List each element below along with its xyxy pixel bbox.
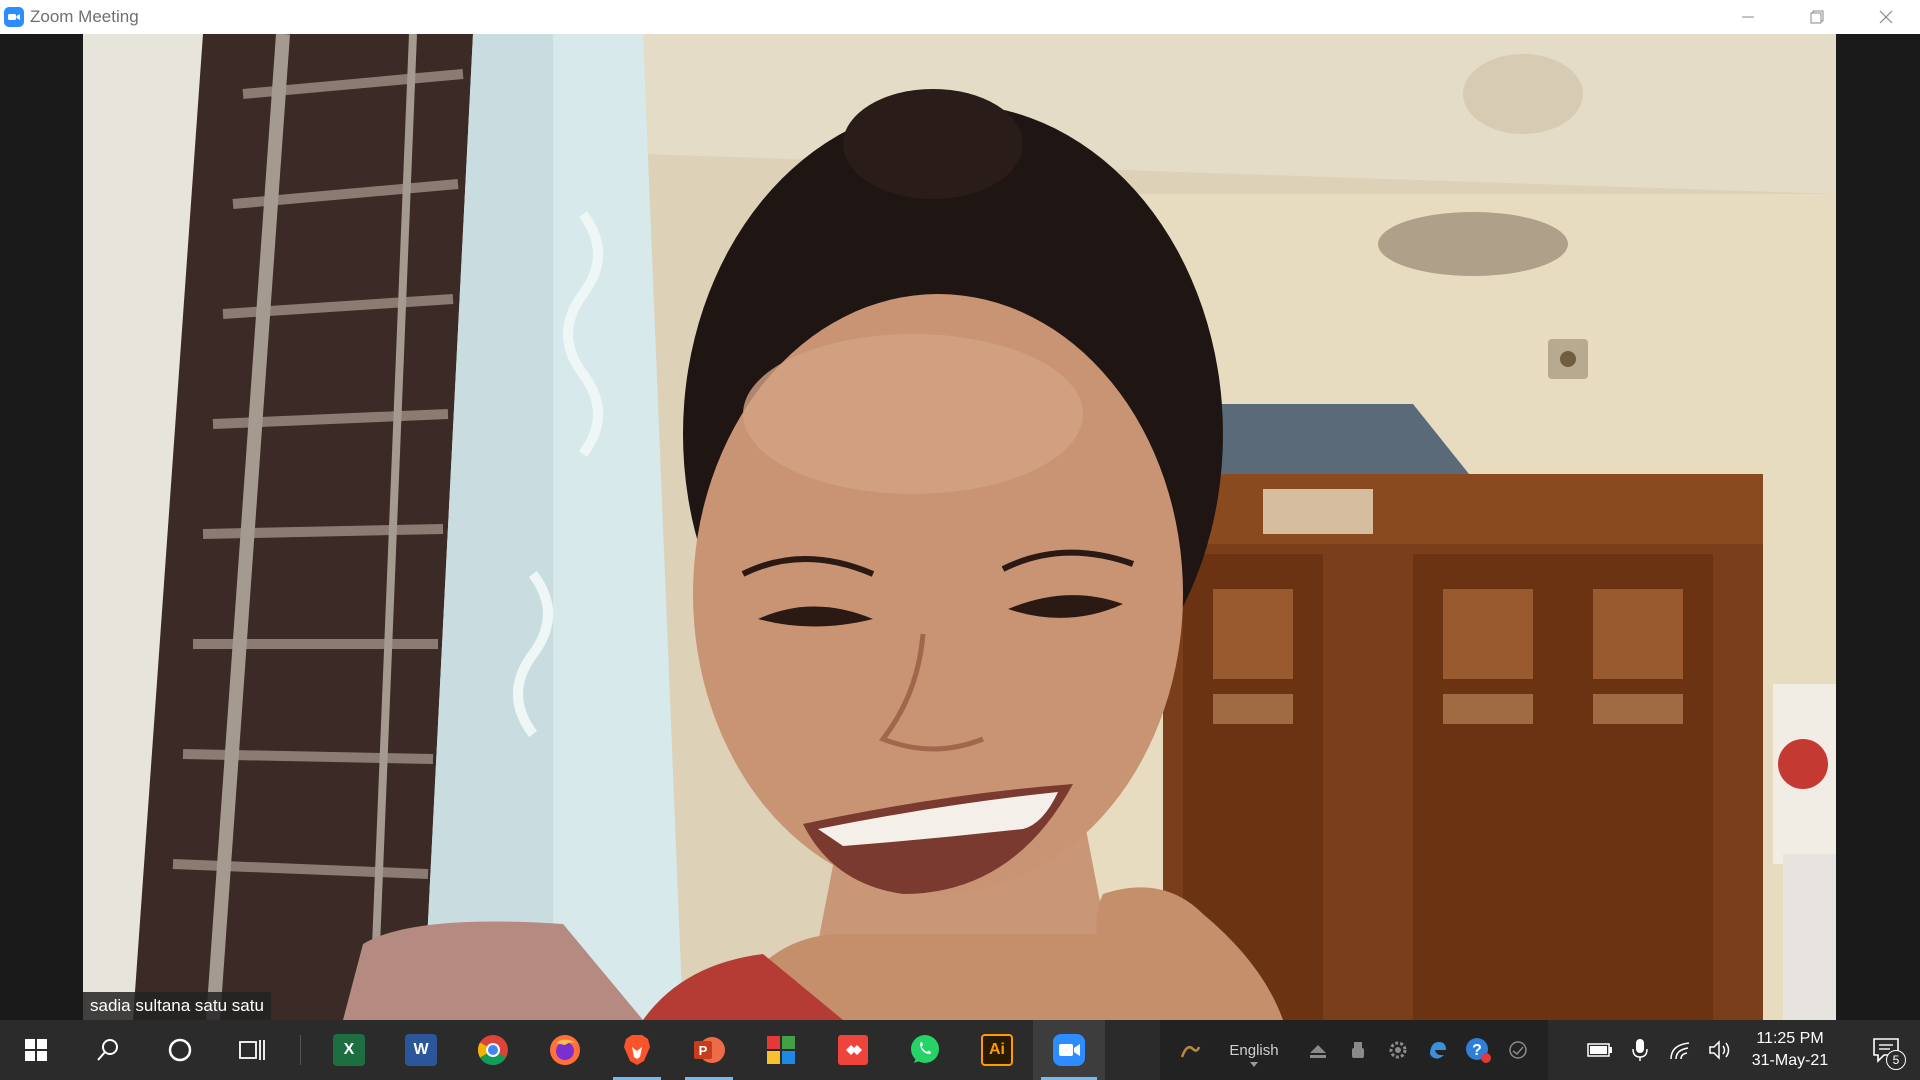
restore-button[interactable] [1782,0,1851,34]
close-button[interactable] [1851,0,1920,34]
action-center-button[interactable]: 5 [1852,1020,1920,1080]
chevron-down-icon [1250,1061,1258,1067]
system-tray: English ? [1160,1020,1548,1080]
help-icon: ? [1466,1038,1491,1063]
edge-icon [1430,1042,1446,1059]
restore-icon [1810,10,1823,24]
window-title: Zoom Meeting [30,7,139,26]
language-indicator[interactable]: English [1210,1041,1298,1067]
eject-icon [1310,1045,1326,1058]
brave-app[interactable] [601,1020,673,1080]
settings-icon [1389,1041,1407,1059]
notification-count-badge: 5 [1886,1050,1906,1070]
powerpoint-icon: P [694,1037,725,1063]
usb-button[interactable] [1338,1020,1378,1080]
microphone-button[interactable] [1620,1020,1660,1080]
sync-button[interactable] [1498,1020,1538,1080]
pen-icon [1180,1046,1201,1058]
whatsapp-icon [911,1035,939,1063]
pen-button[interactable] [1170,1020,1210,1080]
anydesk-icon [838,1035,868,1065]
volume-icon [1709,1040,1730,1060]
cortana-button[interactable] [144,1020,216,1080]
search-icon [97,1039,118,1061]
participant-video[interactable]: sadia sultana satu satu [83,34,1836,1020]
help-button[interactable]: ? [1458,1020,1498,1080]
close-icon [1879,10,1892,24]
taskbar-clock[interactable]: 11:25 PM 31-May-21 [1730,1020,1850,1080]
illustrator-app[interactable]: Ai [961,1020,1033,1080]
taskbar-separator [300,1035,301,1065]
firefox-icon [550,1035,580,1065]
clock-time: 11:25 PM [1756,1030,1824,1047]
firefox-app[interactable] [529,1020,601,1080]
battery-icon [1587,1043,1612,1057]
excel-app[interactable]: X [313,1020,385,1080]
task-view-button[interactable] [216,1020,288,1080]
edge-button[interactable] [1418,1020,1458,1080]
svg-text:P: P [699,1043,708,1058]
system-icons [1580,1020,1740,1080]
excel-icon: X [333,1034,365,1066]
windows-icon [25,1039,47,1061]
participant-name-label: sadia sultana satu satu [83,992,271,1020]
search-button[interactable] [72,1020,144,1080]
window-titlebar: Zoom Meeting [0,0,1920,34]
zoom-icon [1053,1034,1085,1066]
word-app[interactable]: W [385,1020,457,1080]
video-frame-illustration [83,34,1836,1020]
video-area: sadia sultana satu satu [0,34,1920,1020]
start-button[interactable] [0,1020,72,1080]
wifi-icon [1670,1042,1690,1060]
microphone-icon [1632,1039,1648,1061]
cortana-circle-icon [168,1038,192,1062]
wifi-button[interactable] [1660,1020,1700,1080]
settings-button[interactable] [1378,1020,1418,1080]
brave-icon [624,1035,650,1065]
eject-button[interactable] [1298,1020,1338,1080]
usb-icon [1352,1042,1364,1058]
whatsapp-app[interactable] [889,1020,961,1080]
chrome-app[interactable] [457,1020,529,1080]
chrome-icon [477,1035,508,1066]
zoom-icon [4,7,24,27]
illustrator-icon: Ai [981,1034,1013,1066]
task-view-icon [239,1040,265,1060]
minimize-button[interactable] [1713,0,1782,34]
colorful-tiles-app[interactable] [745,1020,817,1080]
clock-date: 31-May-21 [1751,1052,1829,1069]
minimize-icon [1741,16,1754,18]
word-icon: W [405,1034,437,1066]
sync-icon [1509,1041,1527,1059]
zoom-app[interactable] [1033,1020,1105,1080]
language-label: English [1229,1041,1279,1059]
powerpoint-app[interactable]: P [673,1020,745,1080]
svg-text:?: ? [1472,1042,1482,1059]
battery-button[interactable] [1580,1020,1620,1080]
anydesk-app[interactable] [817,1020,889,1080]
tiles-icon [767,1036,795,1064]
